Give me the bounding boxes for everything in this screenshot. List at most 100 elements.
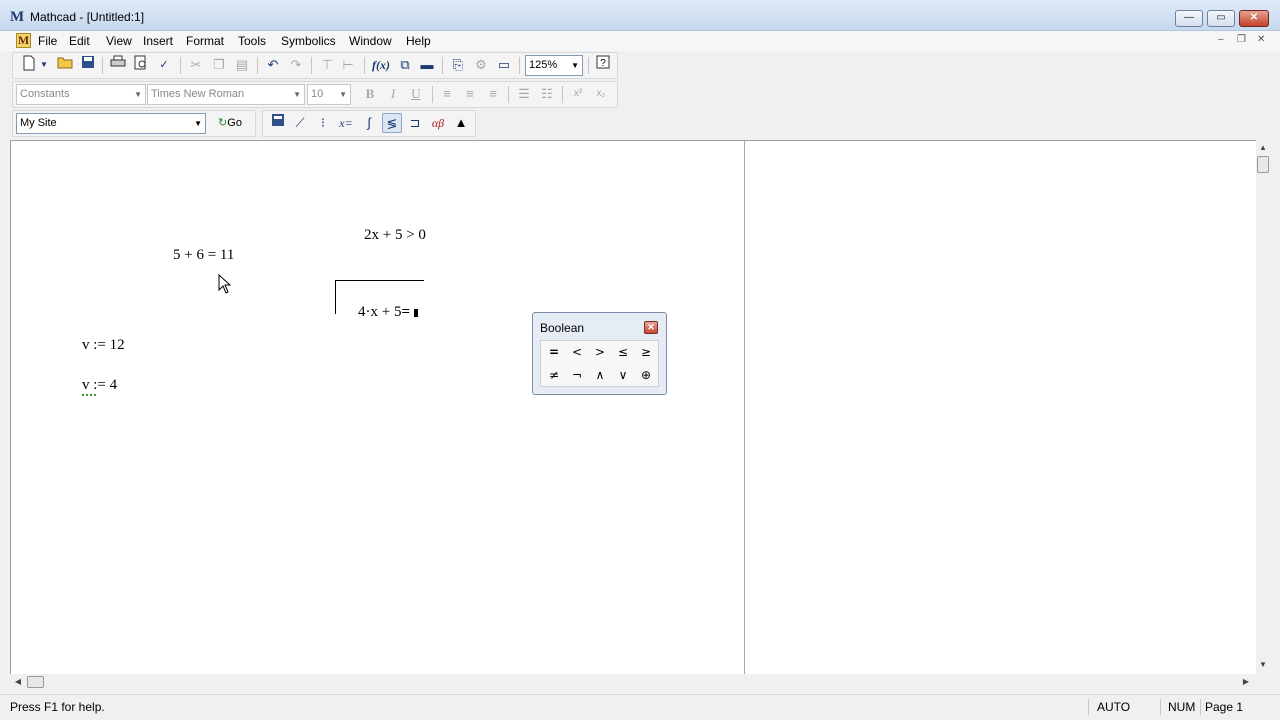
status-separator bbox=[1200, 699, 1201, 715]
minimize-button[interactable]: — bbox=[1175, 10, 1203, 27]
insert-unit-icon[interactable]: ⧉ bbox=[395, 55, 415, 75]
placeholder-cursor[interactable] bbox=[414, 309, 419, 317]
matrix-palette-icon[interactable]: ⁝ bbox=[313, 113, 333, 133]
editing-expression[interactable]: 4·x + 5= bbox=[343, 287, 419, 338]
menu-format[interactable]: Format bbox=[184, 33, 226, 49]
redo-icon[interactable]: ↷ bbox=[286, 55, 306, 75]
menu-help[interactable]: Help bbox=[404, 33, 433, 49]
definition-v-12[interactable]: v := 12 bbox=[82, 337, 125, 354]
align-center-icon[interactable]: ≡ bbox=[460, 84, 480, 104]
spellcheck-icon[interactable]: ✓ bbox=[154, 55, 174, 75]
inequality-region[interactable]: 2x + 5 > 0 bbox=[364, 227, 426, 244]
cut-icon[interactable]: ✂ bbox=[186, 55, 206, 75]
font-select[interactable]: Times New Roman ▼ bbox=[147, 84, 305, 105]
save-icon[interactable] bbox=[78, 55, 98, 75]
status-separator bbox=[1160, 699, 1161, 715]
toolbar-separator bbox=[364, 57, 365, 74]
palette-close-button[interactable]: ✕ bbox=[644, 321, 658, 334]
align-down-icon[interactable]: ⊢ bbox=[338, 55, 358, 75]
italic-button[interactable]: I bbox=[383, 84, 403, 104]
font-size-select[interactable]: 10 ▼ bbox=[307, 84, 351, 105]
help-icon[interactable]: ? bbox=[593, 55, 613, 75]
menu-file[interactable]: File bbox=[36, 33, 59, 49]
bold-button[interactable]: B bbox=[360, 84, 380, 104]
evaluation-palette-icon[interactable]: x= bbox=[336, 113, 356, 133]
menu-edit[interactable]: Edit bbox=[67, 33, 92, 49]
boolean-palette[interactable]: Boolean ✕ = < > ≤ ≥ ≠ ¬ ∧ ∨ ⊕ bbox=[532, 312, 667, 395]
toolbar-separator bbox=[519, 57, 520, 74]
new-icon[interactable] bbox=[19, 55, 39, 75]
scroll-right-icon[interactable]: ▶ bbox=[1239, 677, 1253, 686]
menu-insert[interactable]: Insert bbox=[141, 33, 175, 49]
vertical-scrollbar[interactable]: ▲ ▼ bbox=[1256, 140, 1270, 674]
greek-palette-icon[interactable]: αβ bbox=[428, 113, 448, 133]
align-left-icon[interactable]: ≡ bbox=[437, 84, 457, 104]
menu-bar: M File Edit View Insert Format Tools Sym… bbox=[0, 31, 1280, 51]
document-icon[interactable]: M bbox=[16, 33, 31, 48]
bool-not-equal-button[interactable]: ≠ bbox=[543, 365, 565, 385]
paste-icon[interactable]: ▤ bbox=[232, 55, 252, 75]
zoom-select[interactable]: 125% ▼ bbox=[525, 55, 583, 76]
bool-less-than-button[interactable]: < bbox=[566, 342, 588, 362]
bool-not-button[interactable]: ¬ bbox=[566, 365, 588, 385]
bullets-icon[interactable]: ☰ bbox=[514, 84, 534, 104]
bool-or-button[interactable]: ∨ bbox=[612, 365, 634, 385]
mathcad-app-icon[interactable]: M bbox=[10, 9, 26, 25]
font-size-value: 10 bbox=[311, 88, 324, 100]
print-preview-icon[interactable] bbox=[131, 55, 151, 75]
bool-greater-than-button[interactable]: > bbox=[589, 342, 611, 362]
boolean-palette-icon[interactable]: ≶ bbox=[382, 113, 402, 133]
menu-view[interactable]: View bbox=[104, 33, 134, 49]
chevron-down-icon: ▼ bbox=[339, 90, 347, 99]
component-icon[interactable]: ⎘ bbox=[448, 55, 468, 75]
palette-body: = < > ≤ ≥ ≠ ¬ ∧ ∨ ⊕ bbox=[540, 340, 659, 387]
bool-and-button[interactable]: ∧ bbox=[589, 365, 611, 385]
symbolic-palette-icon[interactable]: ▲ bbox=[451, 113, 471, 133]
undo-icon[interactable]: ↶ bbox=[263, 55, 283, 75]
menu-tools[interactable]: Tools bbox=[236, 33, 268, 49]
worksheet[interactable]: 2x + 5 > 0 5 + 6 = 11 4·x + 5= v := 12 v… bbox=[10, 140, 1256, 675]
new-dropdown-icon[interactable]: ▼ bbox=[38, 55, 50, 75]
scroll-up-icon[interactable]: ▲ bbox=[1256, 143, 1270, 152]
insert-function-icon[interactable]: f(x) bbox=[371, 55, 391, 75]
sum-evaluation-region[interactable]: 5 + 6 = 11 bbox=[173, 247, 234, 264]
menu-window[interactable]: Window bbox=[347, 33, 394, 49]
align-across-icon[interactable]: ⊤ bbox=[317, 55, 337, 75]
doc-restore-button[interactable]: ❐ bbox=[1237, 34, 1246, 45]
insert-region-icon[interactable]: ▭ bbox=[494, 55, 514, 75]
toolbar-separator bbox=[311, 57, 312, 74]
print-icon[interactable] bbox=[108, 55, 128, 75]
vertical-scroll-thumb[interactable] bbox=[1257, 156, 1269, 173]
graph-palette-icon[interactable]: ⟋ bbox=[290, 113, 310, 133]
menu-symbolics[interactable]: Symbolics bbox=[279, 33, 338, 49]
superscript-button[interactable]: x² bbox=[568, 84, 588, 104]
underline-button[interactable]: U bbox=[406, 84, 426, 104]
bool-less-equal-button[interactable]: ≤ bbox=[612, 342, 634, 362]
align-right-icon[interactable]: ≡ bbox=[483, 84, 503, 104]
bool-equal-button[interactable]: = bbox=[543, 342, 565, 362]
site-select[interactable]: My Site ▼ bbox=[16, 113, 206, 134]
doc-minimize-button[interactable]: – bbox=[1218, 34, 1224, 45]
close-button[interactable]: ✕ bbox=[1239, 10, 1269, 27]
programming-palette-icon[interactable]: ⊐ bbox=[405, 113, 425, 133]
calculate-icon[interactable]: ▬ bbox=[417, 55, 437, 75]
bool-xor-button[interactable]: ⊕ bbox=[635, 365, 657, 385]
open-icon[interactable] bbox=[55, 55, 75, 75]
horizontal-scroll-thumb[interactable] bbox=[27, 676, 44, 688]
scroll-left-icon[interactable]: ◀ bbox=[11, 677, 25, 686]
copy-icon[interactable]: ❐ bbox=[209, 55, 229, 75]
zoom-value: 125% bbox=[529, 59, 558, 71]
go-label: Go bbox=[227, 117, 242, 129]
horizontal-scrollbar[interactable]: ◀ ▶ bbox=[10, 674, 1256, 690]
scroll-down-icon[interactable]: ▼ bbox=[1256, 660, 1270, 669]
go-button[interactable]: ↻Go bbox=[213, 113, 247, 133]
subscript-button[interactable]: x₂ bbox=[591, 84, 611, 104]
maximize-button[interactable]: ▭ bbox=[1207, 10, 1235, 27]
numbering-icon[interactable]: ☷ bbox=[537, 84, 557, 104]
bool-greater-equal-button[interactable]: ≥ bbox=[635, 342, 657, 362]
style-select[interactable]: Constants ▼ bbox=[16, 84, 146, 105]
calculator-palette-icon[interactable] bbox=[268, 113, 288, 133]
doc-close-button[interactable]: ✕ bbox=[1257, 34, 1265, 45]
calculus-palette-icon[interactable]: ∫ bbox=[359, 113, 379, 133]
resource-center-icon[interactable]: ⚙ bbox=[471, 55, 491, 75]
